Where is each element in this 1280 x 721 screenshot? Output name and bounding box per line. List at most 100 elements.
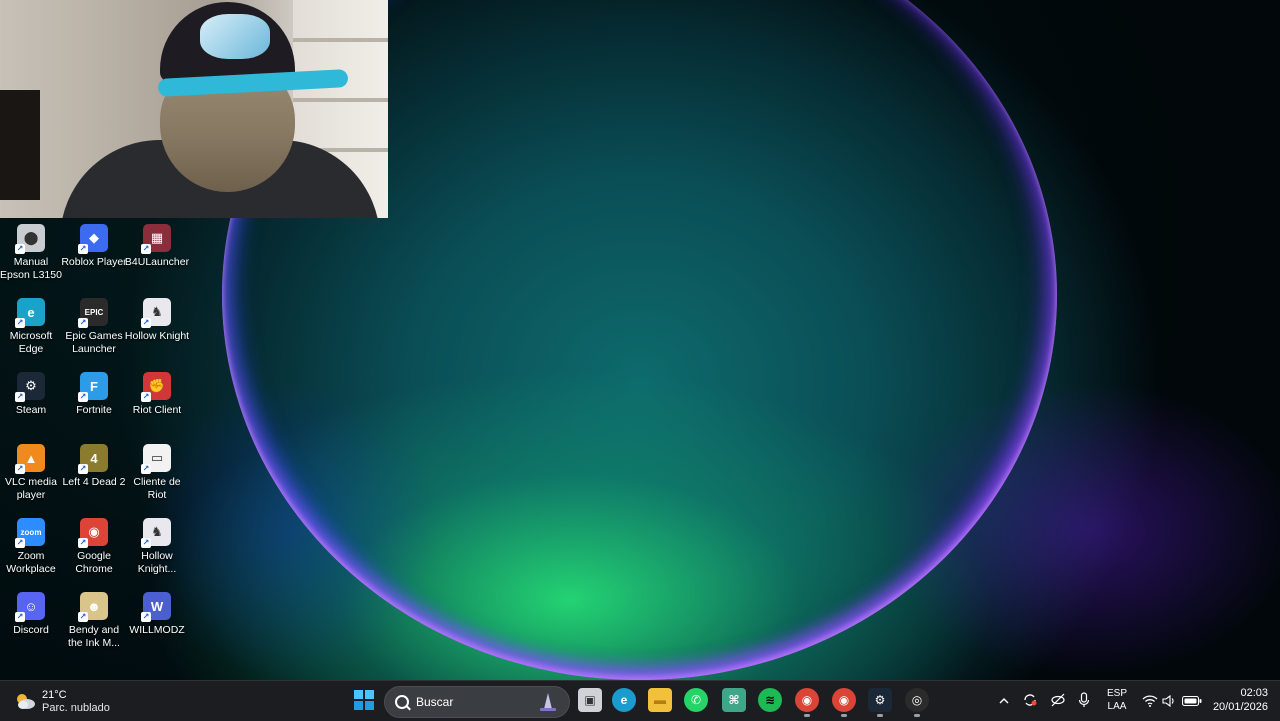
epic-icon: EPIC ↗ <box>78 298 108 328</box>
l4d2-icon: 4 ↗ <box>78 444 108 474</box>
shortcut-arrow-icon: ↗ <box>78 464 88 474</box>
taskbar-chrome-2-button[interactable]: ◉ <box>832 688 856 717</box>
shortcut-arrow-icon: ↗ <box>141 464 151 474</box>
running-indicator <box>877 714 883 717</box>
desktop-icon-label: Zoom Workplace <box>6 550 56 575</box>
keyboard-layout: LAA <box>1107 701 1127 712</box>
desktop-icon-label: Google Chrome <box>75 550 113 575</box>
weather-description: Parc. nublado <box>42 702 110 714</box>
search-highlight-icon <box>540 693 556 711</box>
webcam-shelf-line <box>293 98 388 102</box>
desktop-icon[interactable]: zoom ↗ Zoom Workplace <box>0 518 64 576</box>
taskbar-obs-button[interactable]: ◎ <box>905 688 929 717</box>
shortcut-arrow-icon: ↗ <box>15 612 25 622</box>
desktop-icon-label: Steam <box>15 404 47 416</box>
taskbar-steam-button[interactable]: ⚙ <box>868 688 892 717</box>
search-box[interactable]: Buscar <box>384 686 570 718</box>
taskbar-chrome-button[interactable]: ◉ <box>795 688 819 717</box>
microphone-tray-button[interactable] <box>1078 680 1092 720</box>
taskbar-task-view-button[interactable]: ▣ <box>578 688 602 712</box>
show-hidden-icons-button[interactable] <box>998 680 1012 720</box>
weather-widget[interactable]: 21°C Parc. nublado <box>14 687 124 715</box>
obs-icon: ◎ <box>911 693 923 707</box>
search-placeholder: Buscar <box>416 695 454 709</box>
taskbar-app-button[interactable]: ⌘ <box>722 688 746 712</box>
bendy-icon: ☻ ↗ <box>78 592 108 622</box>
desktop-icon-label: VLC media player <box>5 476 57 501</box>
shortcut-arrow-icon: ↗ <box>141 612 151 622</box>
desktop-icon[interactable]: ▲ ↗ VLC media player <box>0 444 64 502</box>
steam-icon: ⚙ ↗ <box>15 372 45 402</box>
desktop-icon[interactable]: ▦ ↗ B4ULauncher <box>124 224 190 269</box>
eye-off-icon <box>1051 693 1065 707</box>
edge-icon: e <box>620 693 628 707</box>
shortcut-arrow-icon: ↗ <box>15 318 25 328</box>
roblox-icon: ◆ ↗ <box>78 224 108 254</box>
manual-epson-icon: ⬤ ↗ <box>15 224 45 254</box>
desktop-icon-label: B4ULauncher <box>124 256 190 268</box>
desktop-icon[interactable]: EPIC ↗ Epic Games Launcher <box>61 298 127 356</box>
visibility-tray-button[interactable] <box>1050 680 1068 720</box>
taskbar-spotify-button[interactable]: ≋ <box>758 688 782 712</box>
shortcut-arrow-icon: ↗ <box>15 392 25 402</box>
running-indicator <box>804 714 810 717</box>
desktop-icon-label: Epic Games Launcher <box>65 330 123 355</box>
windows-icon <box>354 690 374 710</box>
shortcut-arrow-icon: ↗ <box>15 538 25 548</box>
edge-icon: e ↗ <box>15 298 45 328</box>
task-view-icon: ▣ <box>584 693 596 707</box>
webcam-background-object <box>0 90 40 200</box>
shortcut-arrow-icon: ↗ <box>15 244 25 254</box>
desktop-icon[interactable]: W ↗ WILLMODZ <box>124 592 190 637</box>
taskbar-whatsapp-button[interactable]: ✆ <box>684 688 708 712</box>
zoom-icon: zoom ↗ <box>15 518 45 548</box>
desktop-icon[interactable]: ✊ ↗ Riot Client <box>124 372 190 417</box>
clock-date: 20/01/2026 <box>1212 701 1268 713</box>
desktop-icon[interactable]: ♞ ↗ Hollow Knight... <box>124 518 190 576</box>
folder-icon: ▬ <box>654 693 666 707</box>
start-button[interactable] <box>352 688 376 712</box>
steam-icon: ⚙ <box>874 693 886 707</box>
taskbar-file-explorer-button[interactable]: ▬ <box>648 688 672 712</box>
desktop-icon[interactable]: e ↗ Microsoft Edge <box>0 298 64 356</box>
wifi-icon <box>1142 695 1158 707</box>
discord-icon: ☺ ↗ <box>15 592 45 622</box>
desktop-icon[interactable]: F ↗ Fortnite <box>61 372 127 417</box>
fortnite-icon: F ↗ <box>78 372 108 402</box>
vlc-icon: ▲ ↗ <box>15 444 45 474</box>
whatsapp-icon: ✆ <box>690 693 702 707</box>
shortcut-arrow-icon: ↗ <box>78 392 88 402</box>
desktop-icon[interactable]: ♞ ↗ Hollow Knight <box>124 298 190 343</box>
taskbar-edge-button[interactable]: e <box>612 688 636 712</box>
desktop-icon[interactable]: ⬤ ↗ Manual Epson L3150 <box>0 224 64 282</box>
b4u-icon: ▦ ↗ <box>141 224 171 254</box>
desktop-icon-label: Riot Client <box>132 404 182 416</box>
quick-settings-button[interactable] <box>1140 680 1206 720</box>
chrome-icon: ◉ <box>801 693 813 707</box>
input-language-indicator[interactable]: ESP LAA <box>1104 687 1130 713</box>
desktop-icon-label: Hollow Knight... <box>137 550 177 575</box>
shortcut-arrow-icon: ↗ <box>141 392 151 402</box>
clock-date-button[interactable]: 02:03 20/01/2026 <box>1206 686 1268 714</box>
desktop-icon[interactable]: ☻ ↗ Bendy and the Ink M... <box>61 592 127 650</box>
desktop-icon[interactable]: ▭ ↗ Cliente de Riot <box>124 444 190 502</box>
shortcut-arrow-icon: ↗ <box>15 464 25 474</box>
shortcut-arrow-icon: ↗ <box>78 244 88 254</box>
desktop-icon[interactable]: ⚙ ↗ Steam <box>0 372 64 417</box>
wallpaper-glow-purple <box>880 380 1280 680</box>
shortcut-arrow-icon: ↗ <box>141 318 151 328</box>
desktop-icon[interactable]: ◉ ↗ Google Chrome <box>61 518 127 576</box>
desktop-icon[interactable]: ◆ ↗ Roblox Player <box>61 224 127 269</box>
clock-time: 02:03 <box>1240 687 1268 699</box>
hollow-knight-icon: ♞ ↗ <box>141 298 171 328</box>
running-indicator <box>841 714 847 717</box>
desktop-icon[interactable]: 4 ↗ Left 4 Dead 2 <box>61 444 127 489</box>
partly-cloudy-icon <box>17 694 35 709</box>
chevron-up-icon <box>999 698 1009 704</box>
spotify-icon: ≋ <box>764 693 776 707</box>
desktop-icon-label: Hollow Knight <box>124 330 190 342</box>
desktop-icon-label: Manual Epson L3150 <box>0 256 62 281</box>
sync-tray-button[interactable] <box>1022 680 1040 720</box>
willmodz-icon: W ↗ <box>141 592 171 622</box>
desktop-icon[interactable]: ☺ ↗ Discord <box>0 592 64 637</box>
